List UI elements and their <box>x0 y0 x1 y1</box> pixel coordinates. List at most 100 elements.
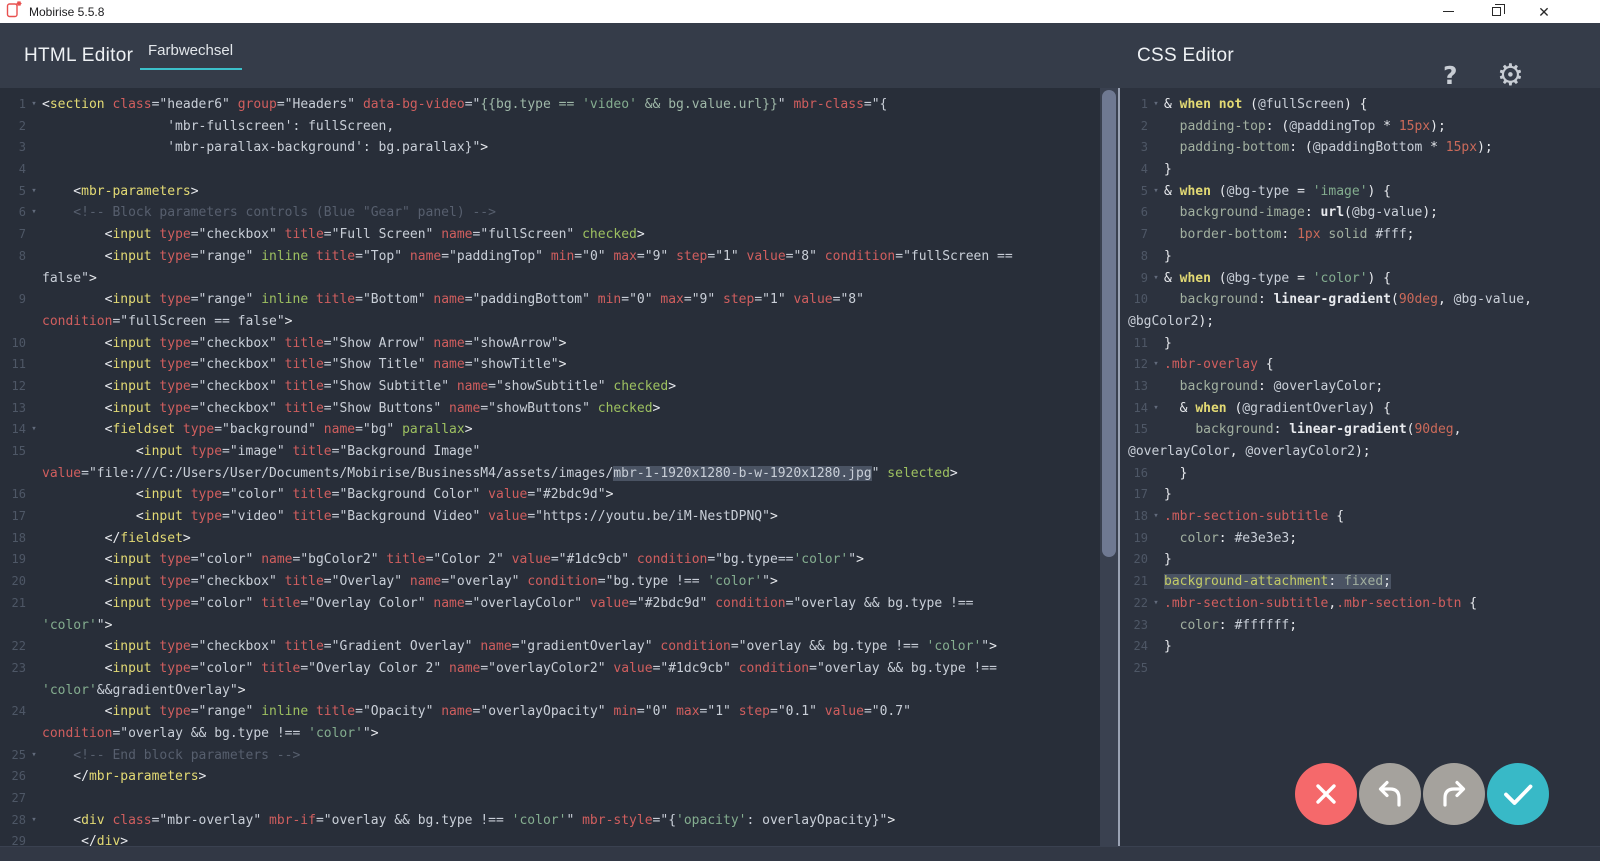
code-line[interactable]: value="file:///C:/Users/User/Documents/M… <box>0 463 1100 485</box>
code-line[interactable]: 7 border-bottom: 1px solid #fff; <box>1120 224 1600 246</box>
fold-arrow-icon[interactable]: ▾ <box>1148 268 1164 290</box>
undo-arrow-icon <box>1359 763 1421 825</box>
code-line[interactable]: 11} <box>1120 333 1600 355</box>
code-line[interactable]: 22 <input type="checkbox" title="Gradien… <box>0 636 1100 658</box>
code-line[interactable]: 13 <input type="checkbox" title="Show Bu… <box>0 398 1100 420</box>
code-line[interactable]: 9▾& when (@bg-type = 'color') { <box>1120 268 1600 290</box>
bottom-scrollbar-track[interactable] <box>0 846 1600 861</box>
code-line[interactable]: 27 <box>0 788 1100 810</box>
html-editor-title: HTML Editor <box>24 45 133 67</box>
code-line[interactable]: 20} <box>1120 549 1600 571</box>
code-line[interactable]: 1▾& when not (@fullScreen) { <box>1120 94 1600 116</box>
mobirise-app-icon <box>6 0 22 23</box>
html-code-editor[interactable]: 1▾<section class="header6" group="Header… <box>0 88 1100 846</box>
code-line[interactable]: 2 padding-top: (@paddingTop * 15px); <box>1120 116 1600 138</box>
code-line[interactable]: 5▾ <mbr-parameters> <box>0 181 1100 203</box>
fold-arrow-icon[interactable]: ▾ <box>26 419 42 441</box>
code-line[interactable]: 25 <box>1120 658 1600 680</box>
code-line[interactable]: 13 background: @overlayColor; <box>1120 376 1600 398</box>
code-line[interactable]: 14▾ <fieldset type="background" name="bg… <box>0 419 1100 441</box>
code-line[interactable]: 7 <input type="checkbox" title="Full Scr… <box>0 224 1100 246</box>
code-line[interactable]: 9 <input type="range" inline title="Bott… <box>0 289 1100 311</box>
fold-arrow-icon[interactable]: ▾ <box>26 202 42 224</box>
apply-button[interactable] <box>1487 763 1549 825</box>
fold-arrow-icon[interactable]: ▾ <box>1148 181 1164 203</box>
code-line[interactable]: 5▾& when (@bg-type = 'image') { <box>1120 181 1600 203</box>
code-line[interactable]: 24 <input type="range" inline title="Opa… <box>0 701 1100 723</box>
code-line[interactable]: 25▾ <!-- End block parameters --> <box>0 745 1100 767</box>
minimize-button[interactable] <box>1424 0 1472 23</box>
code-line[interactable]: 16 } <box>1120 463 1600 485</box>
code-line[interactable]: 15 background: linear-gradient(90deg, <box>1120 419 1600 441</box>
cancel-button[interactable] <box>1295 763 1357 825</box>
code-line[interactable]: 19 <input type="color" name="bgColor2" t… <box>0 549 1100 571</box>
html-editor-scrollbar-thumb[interactable] <box>1102 90 1116 557</box>
help-icon[interactable]: ? <box>1443 61 1458 90</box>
code-line[interactable]: 1▾<section class="header6" group="Header… <box>0 94 1100 116</box>
code-line[interactable]: 6 background-image: url(@bg-value); <box>1120 202 1600 224</box>
code-line[interactable]: 18▾.mbr-section-subtitle { <box>1120 506 1600 528</box>
mobirise-window: Mobirise 5.5.8 ✕ HTML Editor Farbwechsel… <box>0 0 1600 861</box>
code-line[interactable]: 23 color: #ffffff; <box>1120 615 1600 637</box>
redo-arrow-icon <box>1423 763 1485 825</box>
code-line[interactable]: 18 </fieldset> <box>0 528 1100 550</box>
code-line[interactable]: 2 'mbr-fullscreen': fullScreen, <box>0 116 1100 138</box>
code-line[interactable]: 20 <input type="checkbox" title="Overlay… <box>0 571 1100 593</box>
window-controls: ✕ <box>1424 0 1568 23</box>
code-line[interactable]: condition="overlay && bg.type !== 'color… <box>0 723 1100 745</box>
code-line[interactable]: 24} <box>1120 636 1600 658</box>
fold-arrow-icon[interactable]: ▾ <box>26 810 42 832</box>
code-line[interactable]: 15 <input type="image" title="Background… <box>0 441 1100 463</box>
code-line[interactable]: 28▾ <div class="mbr-overlay" mbr-if="ove… <box>0 810 1100 832</box>
code-line[interactable]: 4 <box>0 159 1100 181</box>
fold-arrow-icon[interactable]: ▾ <box>26 94 42 116</box>
tab-farbwechsel[interactable]: Farbwechsel <box>137 23 244 88</box>
fold-arrow-icon[interactable]: ▾ <box>26 745 42 767</box>
code-line[interactable]: 'color'"> <box>0 615 1100 637</box>
fold-arrow-icon[interactable]: ▾ <box>1148 94 1164 116</box>
code-line[interactable]: condition="fullScreen == false"> <box>0 311 1100 333</box>
code-line[interactable]: 10 <input type="checkbox" title="Show Ar… <box>0 333 1100 355</box>
code-line[interactable]: 21background-attachment: fixed; <box>1120 571 1600 593</box>
fold-arrow-icon[interactable]: ▾ <box>1148 398 1164 420</box>
code-line[interactable]: 3 'mbr-parallax-background': bg.parallax… <box>0 137 1100 159</box>
code-line[interactable]: 12▾.mbr-overlay { <box>1120 354 1600 376</box>
code-line[interactable]: false"> <box>0 268 1100 290</box>
code-line[interactable]: 23 <input type="color" title="Overlay Co… <box>0 658 1100 680</box>
code-line[interactable]: 21 <input type="color" title="Overlay Co… <box>0 593 1100 615</box>
css-editor-title: CSS Editor <box>1137 45 1234 67</box>
code-line[interactable]: 17} <box>1120 484 1600 506</box>
html-editor-scrollbar-track[interactable] <box>1100 88 1118 846</box>
close-button[interactable]: ✕ <box>1520 0 1568 23</box>
fold-arrow-icon[interactable]: ▾ <box>1148 593 1164 615</box>
fold-arrow-icon[interactable]: ▾ <box>1148 506 1164 528</box>
window-title: Mobirise 5.5.8 <box>29 5 104 19</box>
code-line[interactable]: 'color'&&gradientOverlay"> <box>0 680 1100 702</box>
close-icon: ✕ <box>1538 5 1550 19</box>
code-line[interactable]: 12 <input type="checkbox" title="Show Su… <box>0 376 1100 398</box>
code-line[interactable]: 19 color: #e3e3e3; <box>1120 528 1600 550</box>
check-icon <box>1487 763 1549 825</box>
fold-arrow-icon[interactable]: ▾ <box>1148 354 1164 376</box>
os-titlebar: Mobirise 5.5.8 ✕ <box>0 0 1600 23</box>
code-line[interactable]: 3 padding-bottom: (@paddingBottom * 15px… <box>1120 137 1600 159</box>
code-line[interactable]: @bgColor2); <box>1120 311 1600 333</box>
css-code-editor[interactable]: 1▾& when not (@fullScreen) {2 padding-to… <box>1120 88 1600 846</box>
code-line[interactable]: 14▾ & when (@gradientOverlay) { <box>1120 398 1600 420</box>
code-line[interactable]: @overlayColor, @overlayColor2); <box>1120 441 1600 463</box>
code-line[interactable]: 11 <input type="checkbox" title="Show Ti… <box>0 354 1100 376</box>
code-line[interactable]: 8 <input type="range" inline title="Top"… <box>0 246 1100 268</box>
code-line[interactable]: 17 <input type="video" title="Background… <box>0 506 1100 528</box>
fold-arrow-icon[interactable]: ▾ <box>26 181 42 203</box>
redo-button[interactable] <box>1423 763 1485 825</box>
code-line[interactable]: 29 </div> <box>0 831 1100 846</box>
code-line[interactable]: 26 </mbr-parameters> <box>0 766 1100 788</box>
restore-button[interactable] <box>1472 0 1520 23</box>
code-line[interactable]: 22▾.mbr-section-subtitle,.mbr-section-bt… <box>1120 593 1600 615</box>
code-line[interactable]: 4} <box>1120 159 1600 181</box>
undo-button[interactable] <box>1359 763 1421 825</box>
code-line[interactable]: 16 <input type="color" title="Background… <box>0 484 1100 506</box>
code-line[interactable]: 10 background: linear-gradient(90deg, @b… <box>1120 289 1600 311</box>
code-line[interactable]: 6▾ <!-- Block parameters controls (Blue … <box>0 202 1100 224</box>
code-line[interactable]: 8} <box>1120 246 1600 268</box>
